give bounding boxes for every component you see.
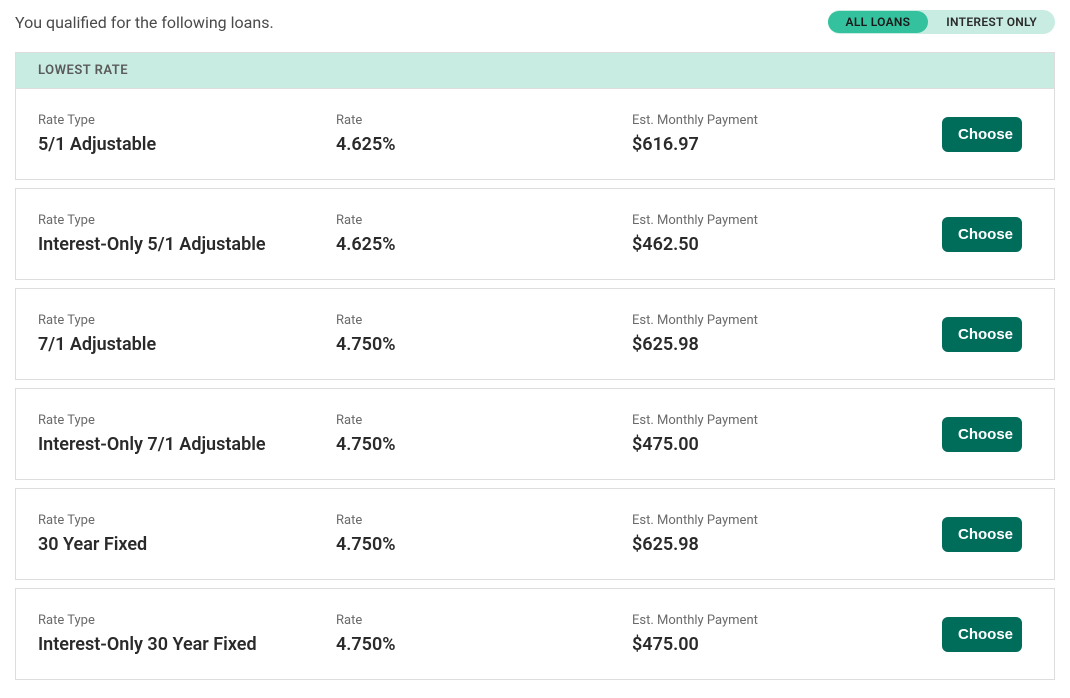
rate-value: 4.625% [336,134,632,155]
rate-value: 4.750% [336,634,632,655]
payment-label: Est. Monthly Payment [632,113,942,128]
payment-value: $625.98 [632,334,942,355]
payment-label: Est. Monthly Payment [632,513,942,528]
rate-type-label: Rate Type [38,413,336,428]
loan-row: Rate Type Interest-Only 30 Year Fixed Ra… [15,588,1055,680]
payment-value: $475.00 [632,634,942,655]
rate-type-label: Rate Type [38,513,336,528]
rate-label: Rate [336,113,632,128]
choose-button[interactable]: Choose [942,517,1022,552]
rate-type-value: Interest-Only 30 Year Fixed [38,634,336,655]
filter-toggle: ALL LOANS INTEREST ONLY [828,10,1055,34]
choose-button[interactable]: Choose [942,417,1022,452]
rate-type-label: Rate Type [38,213,336,228]
payment-value: $475.00 [632,434,942,455]
rate-type-label: Rate Type [38,113,336,128]
rate-type-label: Rate Type [38,313,336,328]
rate-label: Rate [336,513,632,528]
loan-row: Rate Type 30 Year Fixed Rate 4.750% Est.… [15,488,1055,580]
loan-row: Rate Type 5/1 Adjustable Rate 4.625% Est… [15,88,1055,180]
payment-value: $625.98 [632,534,942,555]
choose-button[interactable]: Choose [942,217,1022,252]
loan-row: Rate Type Interest-Only 7/1 Adjustable R… [15,388,1055,480]
toggle-interest-only[interactable]: INTEREST ONLY [928,11,1055,33]
lowest-rate-banner: LOWEST RATE [15,52,1055,88]
payment-label: Est. Monthly Payment [632,613,942,628]
choose-button[interactable]: Choose [942,317,1022,352]
rate-type-value: Interest-Only 5/1 Adjustable [38,234,336,255]
payment-value: $462.50 [632,234,942,255]
rate-type-value: 7/1 Adjustable [38,334,336,355]
rate-value: 4.750% [336,534,632,555]
payment-label: Est. Monthly Payment [632,213,942,228]
rate-label: Rate [336,313,632,328]
rate-value: 4.625% [336,234,632,255]
rate-type-value: Interest-Only 7/1 Adjustable [38,434,336,455]
loan-row: Rate Type Interest-Only 5/1 Adjustable R… [15,188,1055,280]
payment-label: Est. Monthly Payment [632,413,942,428]
rate-type-value: 30 Year Fixed [38,534,336,555]
rate-value: 4.750% [336,434,632,455]
payment-label: Est. Monthly Payment [632,313,942,328]
payment-value: $616.97 [632,134,942,155]
rate-value: 4.750% [336,334,632,355]
rate-label: Rate [336,613,632,628]
rate-type-value: 5/1 Adjustable [38,134,336,155]
choose-button[interactable]: Choose [942,117,1022,152]
toggle-all-loans[interactable]: ALL LOANS [828,11,929,33]
choose-button[interactable]: Choose [942,617,1022,652]
rate-label: Rate [336,213,632,228]
rate-type-label: Rate Type [38,613,336,628]
page-title: You qualified for the following loans. [15,13,274,32]
rate-label: Rate [336,413,632,428]
loan-row: Rate Type 7/1 Adjustable Rate 4.750% Est… [15,288,1055,380]
